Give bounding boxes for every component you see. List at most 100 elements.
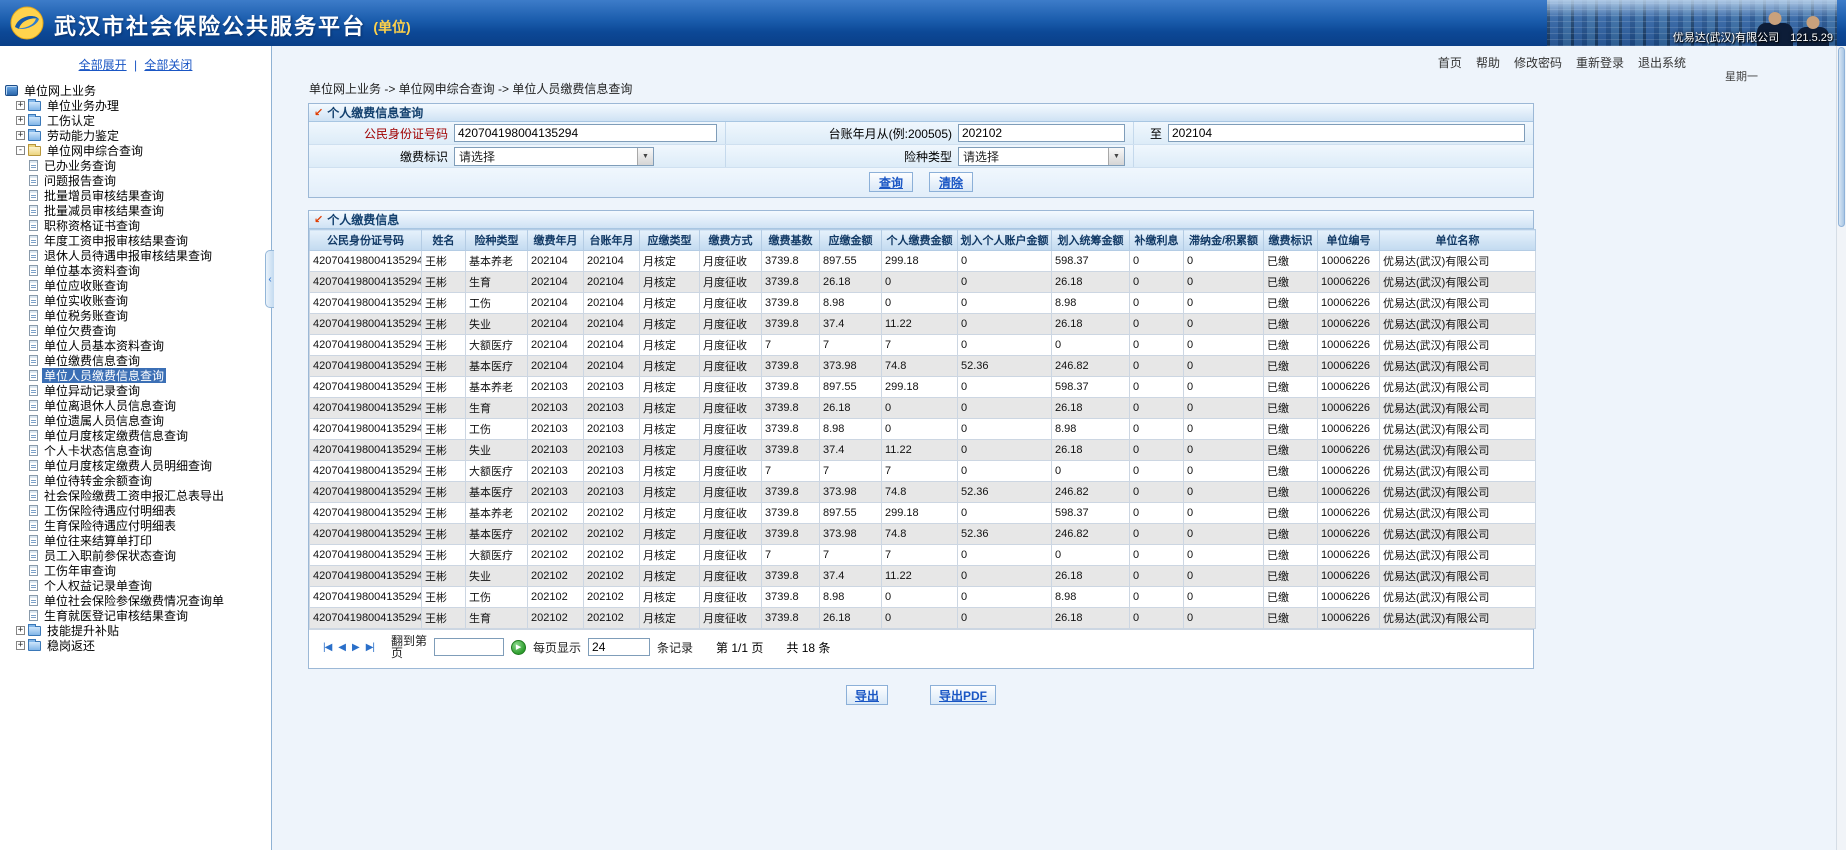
table-row[interactable]: 420704198004135294 王彬 大额医疗 202102 202102 月核定月…: [309, 544, 1536, 566]
period-from-input[interactable]: [958, 124, 1125, 142]
scrollbar-thumb[interactable]: [1838, 47, 1845, 227]
table-row[interactable]: 420704198004135294 王彬 大额医疗 202103 202103 月核定月…: [309, 460, 1536, 482]
sidebar-item[interactable]: 职称资格证书查询: [42, 218, 142, 233]
table-row[interactable]: 420704198004135294 王彬 生育 202104 202104 月核定 月度征…: [309, 271, 1536, 293]
sidebar-item[interactable]: 问题报告查询: [42, 173, 118, 188]
expand-all-link[interactable]: 全部展开: [79, 58, 127, 72]
sidebar-item[interactable]: 单位基本资料查询: [42, 263, 142, 278]
sidebar-item[interactable]: 单位实收账查询: [42, 293, 130, 308]
top-nav-link[interactable]: 重新登录: [1576, 56, 1624, 70]
table-row[interactable]: 420704198004135294 王彬 大额医疗 202104 202104 月核定月…: [309, 334, 1536, 356]
table-cell: 月度征收: [699, 271, 762, 293]
clear-button[interactable]: 清除: [929, 172, 974, 192]
expand-node-icon[interactable]: +: [16, 131, 25, 140]
sidebar-item-selected[interactable]: 单位人员缴费信息查询: [42, 368, 167, 383]
collapse-node-icon[interactable]: -: [16, 146, 25, 155]
table-row[interactable]: 420704198004135294 王彬 基本养老 202103 202103 月核定月…: [309, 376, 1536, 398]
sidebar-item[interactable]: 社会保险缴费工资申报汇总表导出: [42, 488, 226, 503]
table-row[interactable]: 420704198004135294 王彬 工伤 202102 202102 月核定 月度征…: [309, 586, 1536, 608]
sidebar-item[interactable]: 技能提升补贴: [45, 623, 121, 638]
sidebar-item[interactable]: 单位缴费信息查询: [42, 353, 142, 368]
table-cell: 已缴: [1263, 250, 1318, 272]
sidebar-item[interactable]: 劳动能力鉴定: [45, 128, 121, 143]
next-page-button[interactable]: ▶: [352, 642, 360, 653]
table-row[interactable]: 420704198004135294 王彬 失业 202104 202104 月核定 月度征…: [309, 313, 1536, 335]
table-cell: 420704198004135294: [309, 523, 422, 545]
per-page-input[interactable]: [588, 638, 651, 656]
sidebar-item[interactable]: 批量增员审核结果查询: [42, 188, 166, 203]
table-row[interactable]: 420704198004135294 王彬 工伤 202103 202103 月核定 月度征…: [309, 418, 1536, 440]
table-cell: 工伤: [465, 586, 528, 608]
sidebar-item[interactable]: 单位社会保险参保缴费情况查询单: [42, 593, 226, 608]
sidebar-item[interactable]: 已办业务查询: [42, 158, 118, 173]
prev-page-button[interactable]: ◀: [338, 642, 346, 653]
expand-node-icon[interactable]: +: [16, 116, 25, 125]
sidebar-item[interactable]: 单位业务办理: [45, 98, 121, 113]
sidebar-item[interactable]: 单位税务账查询: [42, 308, 130, 323]
sidebar-item[interactable]: 个人权益记录单查询: [42, 578, 154, 593]
sidebar-item[interactable]: 退休人员待遇申报审核结果查询: [42, 248, 214, 263]
sidebar-item[interactable]: 单位网申综合查询: [45, 143, 145, 158]
top-nav-link[interactable]: 修改密码: [1514, 56, 1562, 70]
top-nav-link[interactable]: 首页: [1438, 56, 1462, 70]
sidebar-item[interactable]: 员工入职前参保状态查询: [42, 548, 178, 563]
sidebar-item[interactable]: 批量减员审核结果查询: [42, 203, 166, 218]
page-scrollbar[interactable]: [1836, 46, 1846, 850]
last-page-button[interactable]: ▶|: [366, 642, 375, 653]
sidebar-item[interactable]: 单位网上业务: [22, 83, 98, 98]
go-button[interactable]: ▶: [511, 639, 527, 655]
collapse-all-link[interactable]: 全部关闭: [144, 58, 192, 72]
export-pdf-button[interactable]: 导出PDF: [930, 685, 997, 705]
sidebar-item[interactable]: 单位应收账查询: [42, 278, 130, 293]
sidebar-item[interactable]: 单位遗属人员信息查询: [42, 413, 166, 428]
sidebar-item[interactable]: 年度工资申报审核结果查询: [42, 233, 190, 248]
sidebar-item[interactable]: 单位离退休人员信息查询: [42, 398, 178, 413]
table-cell: 202103: [527, 376, 584, 398]
sidebar-collapse-handle[interactable]: ‹: [265, 250, 274, 308]
table-cell: 优易达(武汉)有限公司: [1379, 523, 1536, 545]
expand-node-icon[interactable]: +: [16, 626, 25, 635]
pay-flag-select[interactable]: 请选择 ▼: [454, 146, 654, 166]
sidebar-item[interactable]: 工伤认定: [45, 113, 97, 128]
sidebar-item[interactable]: 个人卡状态信息查询: [42, 443, 154, 458]
export-button[interactable]: 导出: [845, 685, 888, 705]
sidebar-item[interactable]: 工伤年审查询: [42, 563, 118, 578]
id-number-input[interactable]: [454, 124, 717, 142]
sidebar-item[interactable]: 单位往来结算单打印: [42, 533, 154, 548]
column-header: 单位编号: [1317, 229, 1380, 251]
sidebar-item[interactable]: 生育就医登记审核结果查询: [42, 608, 190, 623]
table-row[interactable]: 420704198004135294 王彬 生育 202103 202103 月核定 月度征…: [309, 397, 1536, 419]
sidebar-item[interactable]: 单位月度核定缴费信息查询: [42, 428, 190, 443]
sidebar-item[interactable]: 生育保险待遇应付明细表: [42, 518, 178, 533]
table-row[interactable]: 420704198004135294 王彬 基本养老 202102 202102 月核定月…: [309, 502, 1536, 524]
sidebar-item[interactable]: 单位月度核定缴费人员明细查询: [42, 458, 214, 473]
sidebar-item[interactable]: 单位待转金余额查询: [42, 473, 154, 488]
period-to-input[interactable]: [1168, 124, 1525, 142]
goto-page-input[interactable]: [434, 638, 505, 656]
sidebar-item[interactable]: 单位人员基本资料查询: [42, 338, 166, 353]
insurance-type-select[interactable]: 请选择 ▼: [958, 146, 1125, 166]
expand-node-icon[interactable]: +: [16, 101, 25, 110]
expand-node-icon[interactable]: +: [16, 641, 25, 650]
insurance-type-cell: 请选择 ▼: [958, 145, 1134, 167]
table-row[interactable]: 420704198004135294 王彬 基本医疗 202104 202104 月核定月…: [309, 355, 1536, 377]
table-row[interactable]: 420704198004135294 王彬 基本养老 202104 202104 月核定月…: [309, 250, 1536, 272]
document-icon: [29, 460, 38, 471]
table-row[interactable]: 420704198004135294 王彬 生育 202102 202102 月核定 月度征…: [309, 607, 1536, 629]
query-button[interactable]: 查询: [868, 172, 913, 192]
sidebar-item[interactable]: 稳岗返还: [45, 638, 97, 653]
sidebar-item[interactable]: 单位欠费查询: [42, 323, 118, 338]
top-nav-link[interactable]: 帮助: [1476, 56, 1500, 70]
table-row[interactable]: 420704198004135294 王彬 工伤 202104 202104 月核定 月度征…: [309, 292, 1536, 314]
table-row[interactable]: 420704198004135294 王彬 基本医疗 202102 202102 月核定月…: [309, 523, 1536, 545]
table-row[interactable]: 420704198004135294 王彬 失业 202102 202102 月核定 月度征…: [309, 565, 1536, 587]
sidebar-item[interactable]: 工伤保险待遇应付明细表: [42, 503, 178, 518]
sidebar-item[interactable]: 单位异动记录查询: [42, 383, 142, 398]
first-page-button[interactable]: |◀: [323, 642, 332, 653]
top-nav-link[interactable]: 退出系统: [1638, 56, 1686, 70]
table-cell: 10006226: [1317, 565, 1380, 587]
table-cell: 0: [1183, 397, 1264, 419]
table-row[interactable]: 420704198004135294 王彬 基本医疗 202103 202103 月核定月…: [309, 481, 1536, 503]
table-cell: 74.8: [881, 355, 958, 377]
table-row[interactable]: 420704198004135294 王彬 失业 202103 202103 月核定 月度征…: [309, 439, 1536, 461]
